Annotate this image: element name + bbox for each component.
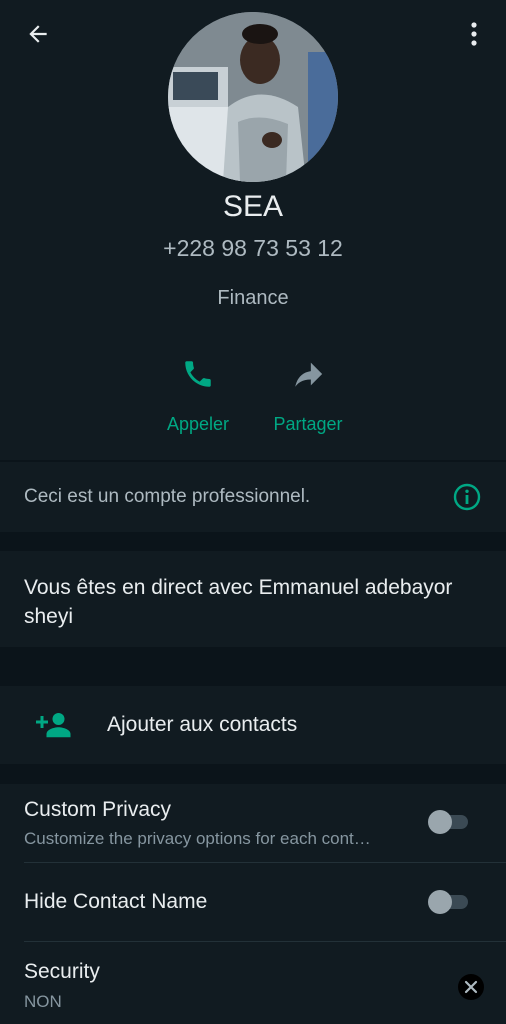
add-to-contacts-label: Ajouter aux contacts — [107, 713, 298, 736]
phone-icon — [185, 361, 211, 387]
more-options-button[interactable] — [462, 16, 486, 52]
more-vert-icon — [471, 22, 477, 46]
toggle-thumb — [428, 890, 452, 914]
security-title: Security — [24, 960, 100, 983]
custom-privacy-row[interactable]: Custom Privacy Customize the privacy opt… — [0, 784, 506, 862]
share-button[interactable]: Partager — [253, 352, 363, 435]
business-category: Finance — [217, 287, 289, 309]
business-account-notice[interactable]: Ceci est un compte professionnel. — [0, 462, 506, 532]
profile-photo[interactable] — [168, 12, 338, 182]
custom-privacy-title: Custom Privacy — [24, 798, 172, 821]
toggle-thumb — [428, 810, 452, 834]
security-value: NON — [24, 992, 62, 1011]
security-close-button[interactable] — [458, 974, 484, 1000]
hide-contact-name-row[interactable]: Hide Contact Name — [0, 863, 506, 941]
business-account-text: Ceci est un compte professionnel. — [24, 486, 311, 507]
status-text: Vous êtes en direct avec Emmanuel adebay… — [24, 576, 453, 628]
profile-header: SEA +228 98 73 53 12 Finance Appeler Par… — [0, 0, 506, 460]
hide-contact-name-toggle[interactable] — [428, 890, 474, 914]
back-button[interactable] — [20, 18, 56, 50]
info-icon[interactable] — [452, 482, 482, 512]
arrow-left-icon — [29, 25, 47, 43]
close-icon — [464, 980, 478, 994]
contact-phone: +228 98 73 53 12 — [163, 235, 343, 261]
settings-list: Custom Privacy Customize the privacy opt… — [0, 784, 506, 1024]
custom-privacy-subtitle: Customize the privacy options for each c… — [24, 829, 371, 848]
about-status: Vous êtes en direct avec Emmanuel adebay… — [0, 551, 506, 647]
profile-photo-image — [168, 12, 338, 182]
custom-privacy-toggle[interactable] — [428, 810, 474, 834]
share-arrow-icon — [295, 362, 323, 387]
call-label: Appeler — [166, 414, 230, 434]
call-button[interactable]: Appeler — [143, 352, 253, 435]
add-to-contacts-row[interactable]: Ajouter aux contacts — [0, 686, 506, 764]
share-label: Partager — [273, 414, 343, 434]
contact-name: SEA — [222, 190, 284, 223]
hide-contact-name-title: Hide Contact Name — [24, 890, 208, 913]
person-add-icon — [36, 713, 71, 738]
security-row[interactable]: Security NON — [0, 942, 506, 1024]
